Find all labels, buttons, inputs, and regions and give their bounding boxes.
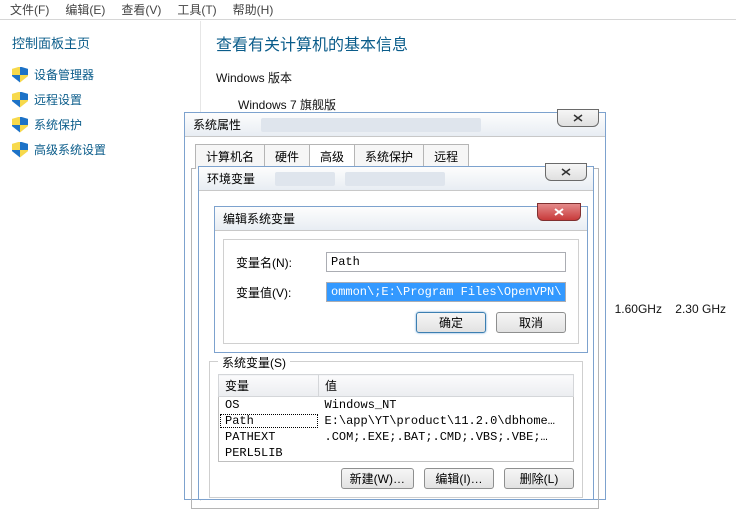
menu-file[interactable]: 文件(F) bbox=[10, 1, 49, 18]
close-button[interactable] bbox=[537, 203, 581, 221]
section-windows-edition: Windows 版本 bbox=[216, 69, 736, 86]
table-row[interactable]: PATHEXT .COM;.EXE;.BAT;.CMD;.VBS;.VBE;… bbox=[219, 429, 574, 445]
menu-view[interactable]: 查看(V) bbox=[121, 1, 161, 18]
close-icon bbox=[552, 207, 566, 217]
shield-icon bbox=[12, 117, 28, 133]
dialog-title: 编辑系统变量 bbox=[223, 210, 295, 227]
edit-system-variable-dialog: 编辑系统变量 变量名(N): 变量值(V): 确定 取消 bbox=[214, 206, 588, 353]
env-button-row: 新建(W)… 编辑(I)… 删除(L) bbox=[218, 468, 574, 489]
blurred-region bbox=[345, 172, 445, 186]
edit-panel: 变量名(N): 变量值(V): 确定 取消 bbox=[223, 239, 579, 344]
var-name: OS bbox=[219, 397, 319, 414]
shield-icon bbox=[12, 92, 28, 108]
variable-value-label: 变量值(V): bbox=[236, 284, 326, 301]
shield-icon bbox=[12, 67, 28, 83]
close-button[interactable] bbox=[545, 163, 587, 181]
sidebar-item-label: 远程设置 bbox=[34, 91, 82, 108]
sidebar-item-device-manager[interactable]: 设备管理器 bbox=[12, 66, 188, 83]
sidebar-item-label: 设备管理器 bbox=[34, 66, 94, 83]
table-row[interactable]: PERL5LIB bbox=[219, 445, 574, 462]
windows-edition-value: Windows 7 旗舰版 bbox=[238, 96, 736, 113]
edit-button-row: 确定 取消 bbox=[236, 312, 566, 333]
system-variables-group: 系统变量(S) 变量 值 OS Windows_NT Path E:\app\Y… bbox=[209, 361, 583, 498]
sidebar-title: 控制面板主页 bbox=[12, 33, 188, 52]
table-row[interactable]: Path E:\app\YT\product\11.2.0\dbhome… bbox=[219, 413, 574, 429]
sidebar: 控制面板主页 设备管理器 远程设置 系统保护 高级系统设置 bbox=[0, 21, 200, 178]
cpu-base-freq: 1.60GHz bbox=[615, 302, 662, 316]
cancel-button[interactable]: 取消 bbox=[496, 312, 566, 333]
var-value: Windows_NT bbox=[319, 397, 574, 414]
ok-button[interactable]: 确定 bbox=[416, 312, 486, 333]
system-variables-table[interactable]: 变量 值 OS Windows_NT Path E:\app\YT\produc… bbox=[218, 374, 574, 462]
close-button[interactable] bbox=[557, 109, 599, 127]
new-button[interactable]: 新建(W)… bbox=[341, 468, 414, 489]
cpu-frequency: 1.60GHz 2.30 GHz bbox=[605, 302, 726, 316]
var-value bbox=[319, 445, 574, 462]
var-name: PATHEXT bbox=[219, 429, 319, 445]
sidebar-item-label: 高级系统设置 bbox=[34, 141, 106, 158]
blurred-region bbox=[261, 118, 481, 132]
col-variable[interactable]: 变量 bbox=[219, 375, 319, 397]
variable-name-input[interactable] bbox=[326, 252, 566, 272]
menu-bar: 文件(F) 编辑(E) 查看(V) 工具(T) 帮助(H) bbox=[0, 0, 736, 20]
menu-tools[interactable]: 工具(T) bbox=[177, 1, 216, 18]
main-content: 查看有关计算机的基本信息 Windows 版本 Windows 7 旗舰版 bbox=[216, 21, 736, 113]
col-value[interactable]: 值 bbox=[319, 375, 574, 397]
edit-button[interactable]: 编辑(I)… bbox=[424, 468, 494, 489]
shield-icon bbox=[12, 142, 28, 158]
env-titlebar[interactable]: 环境变量 bbox=[199, 167, 593, 191]
variable-value-input[interactable] bbox=[326, 282, 566, 302]
blurred-region bbox=[275, 172, 335, 186]
variable-name-label: 变量名(N): bbox=[236, 254, 326, 271]
cpu-max-freq: 2.30 GHz bbox=[675, 302, 726, 316]
sidebar-item-advanced-system-settings[interactable]: 高级系统设置 bbox=[12, 141, 188, 158]
group-label: 系统变量(S) bbox=[218, 354, 290, 371]
table-row[interactable]: OS Windows_NT bbox=[219, 397, 574, 414]
dialog-title: 系统属性 bbox=[193, 116, 241, 133]
close-icon bbox=[560, 167, 572, 177]
sidebar-item-system-protection[interactable]: 系统保护 bbox=[12, 116, 188, 133]
sidebar-item-label: 系统保护 bbox=[34, 116, 82, 133]
menu-help[interactable]: 帮助(H) bbox=[233, 1, 274, 18]
var-name: PERL5LIB bbox=[219, 445, 319, 462]
close-icon bbox=[572, 113, 584, 123]
edit-titlebar[interactable]: 编辑系统变量 bbox=[215, 207, 587, 231]
var-value: E:\app\YT\product\11.2.0\dbhome… bbox=[319, 413, 574, 429]
system-properties-titlebar[interactable]: 系统属性 bbox=[185, 113, 605, 137]
menu-edit[interactable]: 编辑(E) bbox=[65, 1, 105, 18]
delete-button[interactable]: 删除(L) bbox=[504, 468, 574, 489]
var-name: Path bbox=[219, 413, 319, 429]
dialog-title: 环境变量 bbox=[207, 170, 255, 187]
var-value: .COM;.EXE;.BAT;.CMD;.VBS;.VBE;… bbox=[319, 429, 574, 445]
sidebar-item-remote-settings[interactable]: 远程设置 bbox=[12, 91, 188, 108]
page-title: 查看有关计算机的基本信息 bbox=[216, 31, 736, 55]
